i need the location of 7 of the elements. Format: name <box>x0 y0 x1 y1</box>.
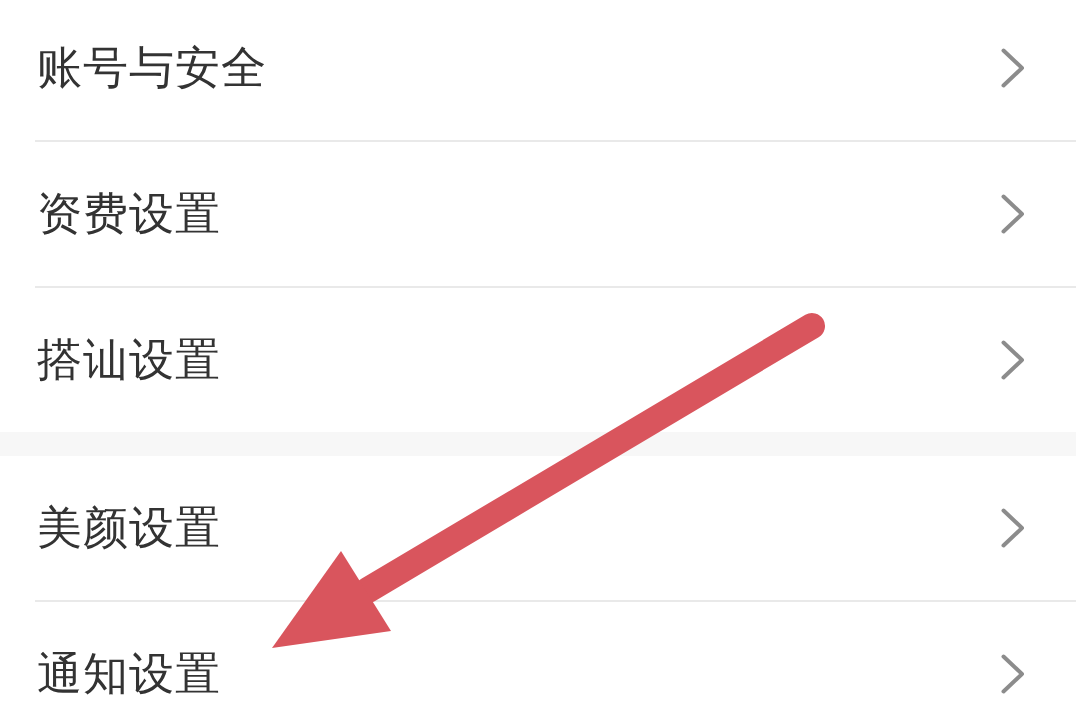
chevron-right-icon <box>1001 508 1025 548</box>
chevron-right-icon <box>1001 48 1025 88</box>
settings-item[interactable]: 搭讪设置 <box>35 288 1076 432</box>
chevron-right-icon <box>1001 654 1025 694</box>
chevron-right-icon <box>1001 340 1025 380</box>
settings-item[interactable]: 通知设置 <box>35 602 1076 728</box>
chevron-right-icon <box>1001 194 1025 234</box>
